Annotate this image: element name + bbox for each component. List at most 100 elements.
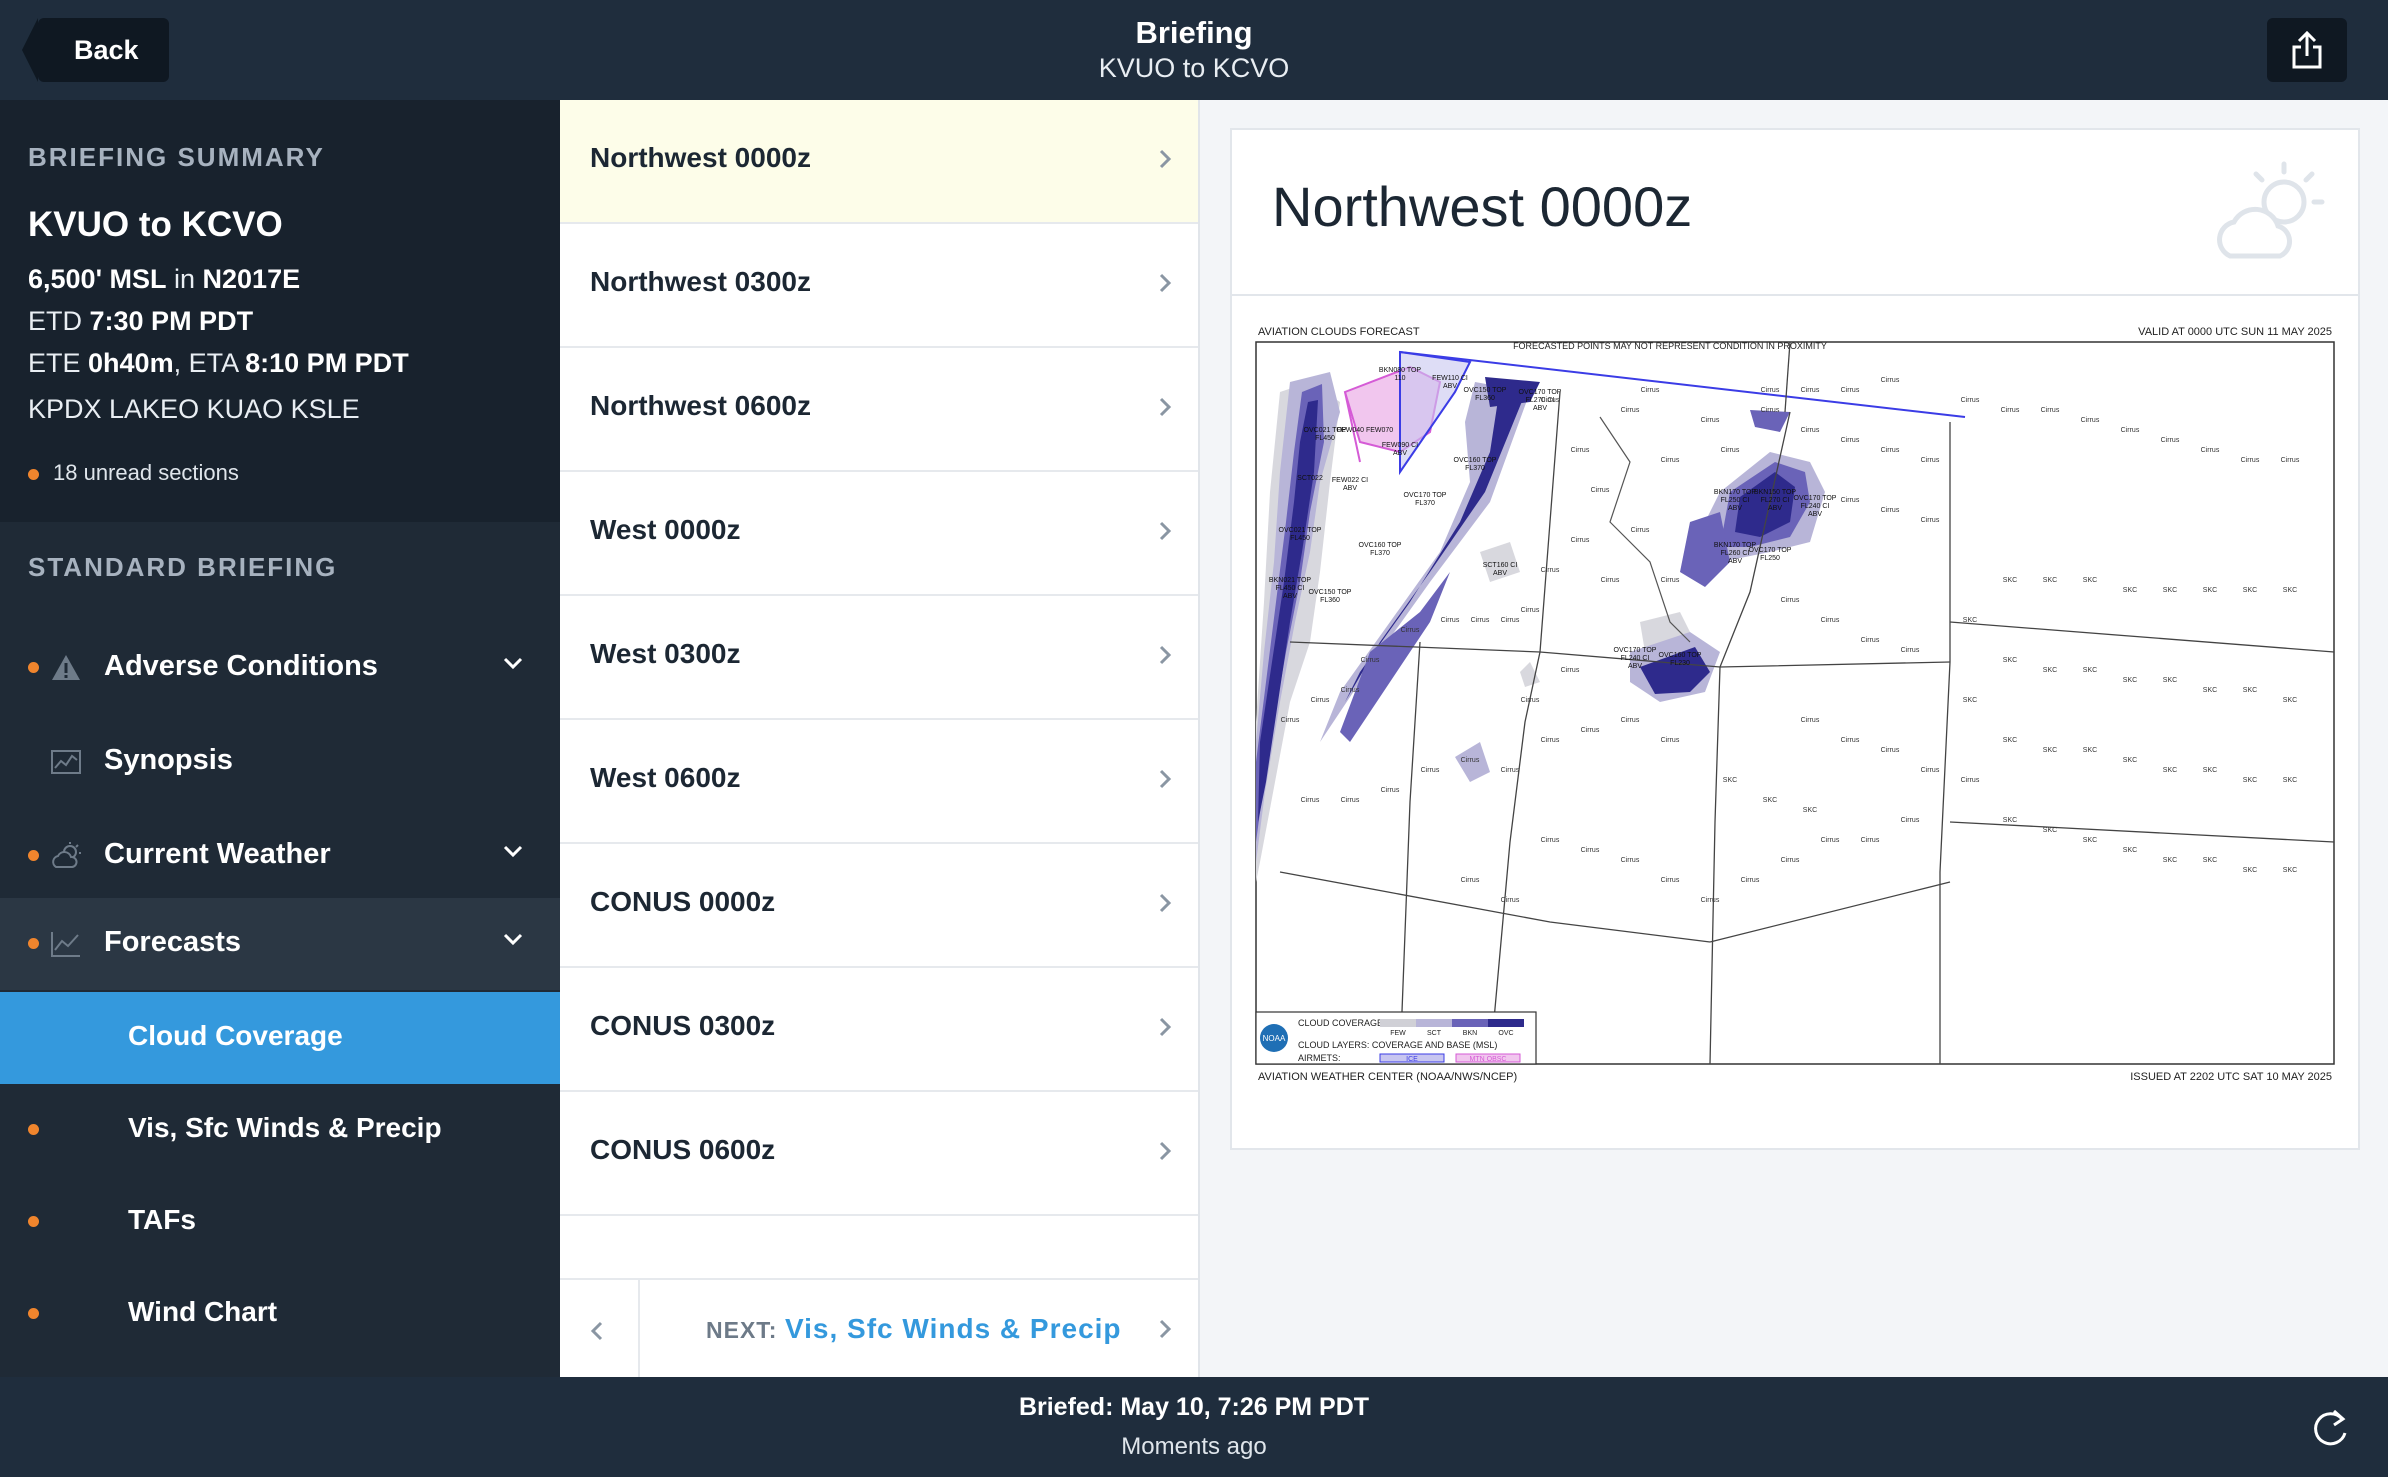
map-cloud-label: OVC021 TOP	[1279, 527, 1322, 534]
map-station-skc: SKC	[2243, 867, 2257, 874]
map-station-cirrus: Cirrus	[1821, 837, 1840, 844]
sidebar-item-cloud-coverage[interactable]: Cloud Coverage	[0, 992, 560, 1084]
summary-heading: BRIEFING SUMMARY	[28, 142, 325, 172]
map-station-skc: SKC	[2123, 677, 2137, 684]
map-station-cirrus: Cirrus	[1741, 877, 1760, 884]
sidebar-item-label: Adverse Conditions	[104, 650, 378, 682]
sidebar-item-forecasts[interactable]: Forecasts	[0, 898, 560, 990]
sidebar-item-vis-sfc-winds-precip[interactable]: Vis, Sfc Winds & Precip	[0, 1084, 560, 1176]
map-cloud-label: ABV	[1343, 485, 1357, 492]
map-station-skc: SKC	[2083, 837, 2097, 844]
map-cloud-label: ABV	[1443, 383, 1457, 390]
map-station-cirrus: Cirrus	[2001, 407, 2020, 414]
chevron-right-icon	[1159, 769, 1172, 789]
share-button[interactable]	[2267, 18, 2347, 82]
page-title: Briefing	[1135, 15, 1253, 50]
list-item-label: Northwest 0600z	[590, 390, 811, 421]
map-station-skc: SKC	[2043, 827, 2057, 834]
list-item[interactable]: CONUS 0600z	[560, 1092, 1198, 1216]
cloud-forecast-map[interactable]: AVIATION CLOUDS FORECAST VALID AT 0000 U…	[1250, 322, 2340, 1102]
sidebar-item-label: Current Weather	[104, 838, 331, 870]
sidebar-item-label: Wind Chart	[128, 1296, 278, 1327]
map-cloud-label: ABV	[1493, 570, 1507, 577]
map-cloud-label: FL370	[1465, 465, 1485, 472]
map-station-cirrus: Cirrus	[1501, 767, 1520, 774]
briefing-summary[interactable]: BRIEFING SUMMARY KVUO to KCVO 6,500' MSL…	[0, 100, 560, 522]
list-item[interactable]: Northwest 0600z	[560, 348, 1198, 472]
list-item[interactable]: Northwest 0000z	[560, 100, 1198, 224]
sidebar: BRIEFING SUMMARY KVUO to KCVO 6,500' MSL…	[0, 100, 560, 1377]
partly-cloudy-icon	[2217, 161, 2325, 259]
map-station-skc: SKC	[2043, 747, 2057, 754]
map-cloud-label: OVC170 TOP	[1749, 547, 1792, 554]
chevron-right-icon	[1159, 645, 1172, 665]
map-station-cirrus: Cirrus	[1401, 627, 1420, 634]
map-station-cirrus: Cirrus	[2201, 447, 2220, 454]
sidebar-item-synopsis[interactable]: Synopsis	[0, 716, 560, 808]
map-station-skc: SKC	[2243, 587, 2257, 594]
map-cloud-label: SCT022	[1297, 475, 1323, 482]
legend-sct: SCT	[1427, 1030, 1442, 1037]
map-station-cirrus: Cirrus	[2241, 457, 2260, 464]
next-label: Vis, Sfc Winds & Precip	[784, 1313, 1122, 1344]
map-cloud-label: OVC160 TOP	[1359, 542, 1402, 549]
chevron-right-icon[interactable]	[1158, 1318, 1172, 1340]
forecast-list: Northwest 0000z Northwest 0300z Northwes…	[560, 100, 1200, 1379]
sidebar-item-tafs[interactable]: TAFs	[0, 1176, 560, 1268]
map-station-skc: SKC	[1723, 777, 1737, 784]
map-station-cirrus: Cirrus	[1571, 537, 1590, 544]
map-station-skc: SKC	[2243, 777, 2257, 784]
map-cloud-label: BKN080 TOP	[1379, 367, 1421, 374]
map-cloud-label: ABV	[1393, 450, 1407, 457]
chevron-right-icon	[1159, 149, 1172, 169]
map-station-cirrus: Cirrus	[1581, 727, 1600, 734]
map-cloud-label: OVC160 TOP	[1454, 457, 1497, 464]
briefed-time: Briefed: May 10, 7:26 PM PDT	[1018, 1393, 1370, 1421]
chevron-down-icon	[503, 933, 523, 946]
map-station-skc: SKC	[2003, 737, 2017, 744]
map-cloud-label: ABV	[1628, 663, 1642, 670]
map-station-skc: SKC	[2283, 867, 2297, 874]
eta: 8:10 PM PDT	[245, 348, 409, 378]
map-station-cirrus: Cirrus	[1591, 487, 1610, 494]
next-button[interactable]: NEXT: Vis, Sfc Winds & Precip	[706, 1313, 1122, 1345]
next-prefix: NEXT:	[706, 1317, 778, 1343]
map-station-cirrus: Cirrus	[1561, 667, 1580, 674]
map-station-skc: SKC	[1963, 617, 1977, 624]
map-cloud-label: FL450	[1315, 435, 1335, 442]
unread-dot	[28, 1216, 39, 1227]
map-station-cirrus: Cirrus	[1441, 617, 1460, 624]
map-station-cirrus: Cirrus	[1661, 877, 1680, 884]
share-icon	[2292, 30, 2322, 69]
legend-ovc: OVC	[1498, 1030, 1513, 1037]
list-item-label: West 0000z	[590, 514, 741, 545]
sidebar-item-wind-chart[interactable]: Wind Chart	[0, 1268, 560, 1360]
map-station-cirrus: Cirrus	[1581, 847, 1600, 854]
map-station-cirrus: Cirrus	[1841, 387, 1860, 394]
list-item[interactable]: Northwest 0300z	[560, 224, 1198, 348]
summary-waypoints: KPDX LAKEO KUAO KSLE	[28, 394, 360, 424]
list-item[interactable]: West 0600z	[560, 720, 1198, 844]
sidebar-item-current-weather[interactable]: Current Weather	[0, 810, 560, 902]
list-item[interactable]: CONUS 0300z	[560, 968, 1198, 1092]
map-station-cirrus: Cirrus	[1541, 567, 1560, 574]
map-station-skc: SKC	[1963, 697, 1977, 704]
sidebar-item-adverse-conditions[interactable]: Adverse Conditions	[0, 622, 560, 714]
legend-few: FEW	[1390, 1030, 1406, 1037]
list-item[interactable]: CONUS 0000z	[560, 844, 1198, 968]
etd-label: ETD	[28, 306, 82, 336]
warning-icon	[52, 655, 80, 680]
previous-button[interactable]	[560, 1280, 640, 1379]
list-item[interactable]: West 0300z	[560, 596, 1198, 720]
map-station-cirrus: Cirrus	[1501, 897, 1520, 904]
refresh-icon[interactable]	[2310, 1407, 2350, 1451]
map-station-cirrus: Cirrus	[1541, 837, 1560, 844]
page-subtitle: KVUO to KCVO	[1098, 53, 1290, 83]
list-item[interactable]: West 0000z	[560, 472, 1198, 596]
map-station-cirrus: Cirrus	[2041, 407, 2060, 414]
unread-dot	[28, 468, 39, 480]
map-cloud-label: FL450	[1290, 535, 1310, 542]
summary-altitude-line: 6,500' MSL in N2017E	[28, 264, 300, 295]
etd: 7:30 PM PDT	[89, 306, 254, 336]
map-cloud-label: OVC170 TOP	[1794, 495, 1837, 502]
